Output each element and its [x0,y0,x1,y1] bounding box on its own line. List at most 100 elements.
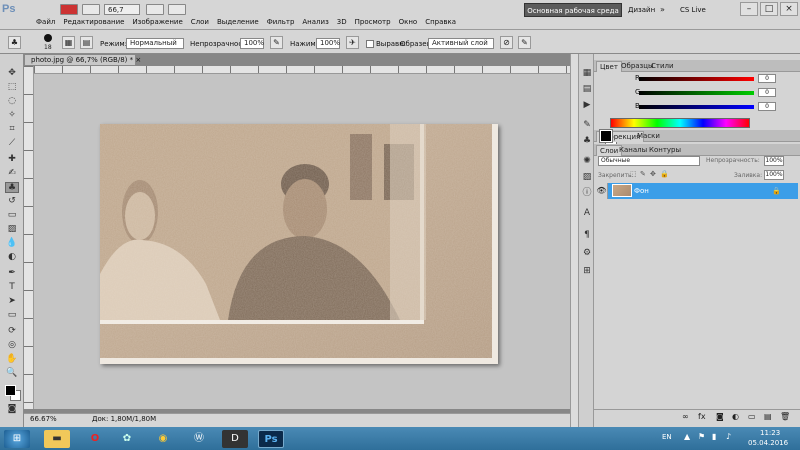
link-layers-icon[interactable]: ∞ [682,412,689,421]
arrange-docs-icon[interactable] [146,4,164,15]
menu-image[interactable]: Изображение [128,18,186,26]
fill-input[interactable]: 100% [764,170,784,180]
lock-transparency-icon[interactable]: ⬚ [630,170,637,178]
character-dock-icon[interactable]: A [581,208,593,219]
zoom-tool-icon[interactable]: 🔍 [5,368,19,379]
tool-presets-dock-icon[interactable]: ⚙ [581,248,593,259]
slider-b-track[interactable] [639,105,754,109]
path-select-tool-icon[interactable]: ➤ [5,296,19,307]
3d-orbit-tool-icon[interactable]: ◎ [5,340,19,351]
pen-tool-icon[interactable]: ✒ [5,268,19,279]
tab-paths[interactable]: Контуры [646,145,684,156]
blur-tool-icon[interactable]: 💧 [5,238,19,249]
new-layer-icon[interactable]: ▤ [764,412,772,421]
eyedropper-tool-icon[interactable]: ⟋ [5,138,19,149]
foreground-color-swatch[interactable] [5,385,16,396]
menu-3d[interactable]: 3D [333,18,351,26]
menu-filter[interactable]: Фильтр [263,18,299,26]
3d-rotate-tool-icon[interactable]: ⟳ [5,326,19,337]
marquee-tool-icon[interactable]: ⬚ [5,82,19,93]
brush-dock-icon[interactable]: ✎ [581,120,593,131]
skype-taskbar-icon[interactable]: ✿ [114,430,140,448]
actions-dock-icon[interactable]: ▶ [581,100,593,111]
brush-panel-icon[interactable]: ▦ [62,36,75,49]
menu-window[interactable]: Окно [395,18,422,26]
tray-arrow-icon[interactable]: ▲ [684,432,690,441]
tab-masks[interactable]: Маски [634,131,663,142]
delete-layer-icon[interactable]: 🗑 [780,412,790,421]
crop-tool-icon[interactable]: ⌗ [5,124,19,135]
shape-tool-icon[interactable]: ▭ [5,310,19,321]
ignore-adjustment-icon[interactable]: ⊘ [500,36,513,49]
navigator-dock-icon[interactable]: ⊞ [581,266,593,277]
slider-g-track[interactable] [639,91,754,95]
lock-all-icon[interactable]: 🔒 [660,170,669,178]
minibridge-icon[interactable] [82,4,100,15]
notes-dock-icon[interactable]: ▨ [581,172,593,183]
maximize-button[interactable]: □ [760,2,778,16]
tray-volume-icon[interactable]: ♪ [726,432,731,441]
minimize-button[interactable]: – [740,2,758,16]
tablet-opacity-icon[interactable]: ✎ [270,36,283,49]
tablet-pressure-size-icon[interactable]: ✎ [518,36,531,49]
move-tool-icon[interactable]: ✥ [5,68,19,79]
mode-select[interactable]: Нормальный [126,38,184,49]
slider-r-value[interactable]: 0 [758,74,776,83]
airbrush-icon[interactable]: ✈ [346,36,359,49]
hand-tool-icon[interactable]: ✋ [5,354,19,365]
menu-layer[interactable]: Слои [187,18,213,26]
info-dock-icon[interactable]: ⓘ [581,188,593,199]
chrome-taskbar-icon[interactable]: ◉ [150,430,176,448]
menu-analysis[interactable]: Анализ [298,18,332,26]
mini-bridge-dock-icon[interactable]: ▦ [581,68,593,79]
new-group-icon[interactable]: ▭ [748,412,756,421]
quick-mask-icon[interactable]: ◙ [5,404,19,415]
lock-position-icon[interactable]: ✥ [650,170,656,178]
eraser-tool-icon[interactable]: ▭ [5,210,19,221]
clock-time[interactable]: 11:23 [760,429,780,437]
menu-view[interactable]: Просмотр [351,18,395,26]
brush-tip-icon[interactable] [44,34,52,42]
wordpress-taskbar-icon[interactable]: Ⓦ [186,430,212,448]
menu-file[interactable]: Файл [32,18,59,26]
screen-mode-icon[interactable] [168,4,186,15]
slider-b-value[interactable]: 0 [758,102,776,111]
zoom-level-select[interactable]: 66,7 [104,4,140,15]
3d-dock-icon[interactable]: ✺ [581,156,593,167]
adjustment-layer-icon[interactable]: ◐ [732,412,739,421]
opacity-input[interactable]: 100% [240,38,264,49]
clone-stamp-tool-icon[interactable]: ♣ [5,182,19,193]
menu-select[interactable]: Выделение [213,18,263,26]
cs-live-button[interactable]: CS Live [680,3,706,17]
opera-taskbar-icon[interactable]: O [82,430,108,448]
type-tool-icon[interactable]: T [5,282,19,293]
layer-visibility-eye-icon[interactable]: 👁 [596,183,608,199]
document-tab[interactable]: photo.jpg @ 66,7% (RGB/8) * × [24,54,141,66]
close-button[interactable]: × [780,2,798,16]
history-dock-icon[interactable]: ▤ [581,84,593,95]
history-brush-tool-icon[interactable]: ↺ [5,196,19,207]
tab-styles[interactable]: Стили [648,61,677,72]
app-taskbar-icon[interactable]: D [222,430,248,448]
explorer-taskbar-icon[interactable]: ▬ [44,430,70,448]
vertical-scrollbar[interactable] [570,54,578,427]
workspace-more-button[interactable]: » [660,3,665,17]
healing-brush-tool-icon[interactable]: ✚ [5,154,19,165]
clone-stamp-preset-icon[interactable]: ♣ [8,36,21,49]
sample-select[interactable]: Активный слой [428,38,494,49]
clone-source-dock-icon[interactable]: ♣ [581,136,593,147]
pressure-input[interactable]: 100% [316,38,340,49]
workspace-essentials-button[interactable]: Основная рабочая среда [524,3,622,17]
tray-network-icon[interactable]: ▮ [712,432,716,441]
bridge-icon[interactable] [60,4,78,15]
brush-tool-icon[interactable]: ✍ [5,168,19,179]
menu-help[interactable]: Справка [421,18,460,26]
dodge-tool-icon[interactable]: ◐ [5,252,19,263]
photo-canvas[interactable] [100,124,498,364]
status-zoom[interactable]: 66.67% [30,415,57,423]
layer-style-icon[interactable]: fx [698,412,706,421]
lock-pixels-icon[interactable]: ✎ [640,170,646,178]
slider-r-track[interactable] [639,77,754,81]
clone-source-icon[interactable]: ▤ [80,36,93,49]
start-button-icon[interactable]: ⊞ [4,430,30,448]
